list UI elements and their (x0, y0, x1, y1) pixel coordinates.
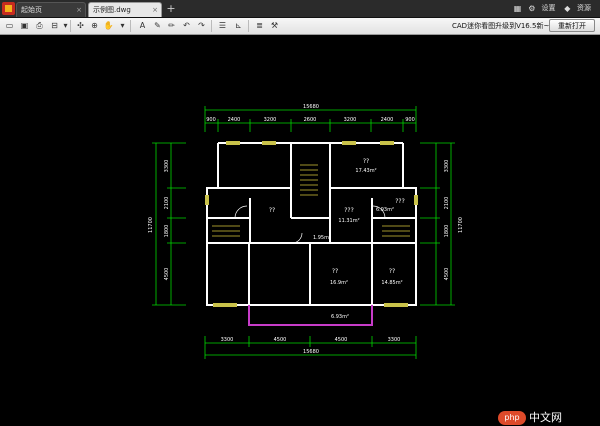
dim-left-3: 1800 (164, 225, 170, 238)
resources-link[interactable]: 资源 (577, 2, 591, 15)
export-icon[interactable]: ⊟ (49, 20, 60, 31)
dim-top-total: 15680 (303, 104, 319, 110)
cad-viewer-window: 起始页 × 示例图.dwg × + ▦ ⚙ 设置 ◆ 资源 ▭ ▣ ⎙ ⊟ ▾ … (0, 0, 600, 425)
room-area: 1.95m² (313, 235, 331, 241)
room-name: ?? (332, 268, 338, 275)
dim-right-4: 4500 (444, 268, 450, 281)
dim-right-2: 2100 (444, 197, 450, 210)
tab-sample-dwg[interactable]: 示例图.dwg × (88, 2, 162, 17)
tab-label: 示例图.dwg (93, 6, 131, 14)
room-name: ?? (363, 158, 369, 165)
toolbar-divider (130, 20, 131, 32)
watermark-text: 中文网 (529, 411, 562, 424)
dim-right-3: 1800 (444, 225, 450, 238)
update-notice[interactable]: CAD迷你看图升级到V16.5新~ (452, 20, 549, 32)
stack-icon[interactable]: ≣ (254, 20, 265, 31)
dim-bottom-2: 4500 (274, 337, 287, 343)
settings-link[interactable]: 设置 (542, 2, 556, 15)
room-area: 14.85m² (381, 280, 402, 286)
dim-left-total: 11700 (148, 217, 154, 233)
drawing-canvas[interactable]: 15680 900 2400 3200 2600 3200 2400 900 3… (0, 35, 600, 425)
dim-left-2: 2100 (164, 197, 170, 210)
reopen-button[interactable]: 重新打开 (549, 19, 595, 32)
tab-bar: 起始页 × 示例图.dwg × + ▦ ⚙ 设置 ◆ 资源 (0, 0, 600, 18)
room-area: 16.9m² (330, 280, 348, 286)
toolbar-divider (211, 20, 212, 32)
toolbar-divider (70, 20, 71, 32)
new-tab-button[interactable]: + (165, 3, 177, 15)
tab-start-page[interactable]: 起始页 × (16, 2, 86, 17)
dim-top-7: 900 (405, 117, 415, 123)
dim-left-1: 3300 (164, 160, 170, 173)
room-area: 6.93m² (331, 314, 349, 320)
app-logo-icon (2, 2, 15, 15)
dim-right-total: 11700 (458, 217, 464, 233)
dim-bottom-3: 4500 (335, 337, 348, 343)
room-area: 17.43m² (355, 168, 376, 174)
dim-bottom-1: 3300 (221, 337, 234, 343)
toolbar: ▭ ▣ ⎙ ⊟ ▾ ✣ ⊕ ✋ ▾ A ✎ ✏ ↶ ↷ ☰ ⊾ ≣ ⚒ CAD迷… (0, 18, 600, 35)
settings-tool-icon[interactable]: ⚒ (269, 20, 280, 31)
undo-icon[interactable]: ↶ (181, 20, 192, 31)
dim-top-4: 2600 (304, 117, 317, 123)
dim-right-1: 3300 (444, 160, 450, 173)
room-name: ?? (269, 207, 275, 214)
grid-icon[interactable]: ▦ (513, 4, 522, 13)
watermark: php 中文网 (498, 410, 594, 426)
room-area: 11.31m² (338, 218, 359, 224)
top-right-menu: ▦ ⚙ 设置 ◆ 资源 (513, 2, 596, 15)
dim-bottom-total: 15680 (303, 349, 319, 355)
dim-top-3: 3200 (264, 117, 277, 123)
open-file-icon[interactable]: ▭ (4, 20, 15, 31)
gear-icon[interactable]: ⚙ (527, 4, 536, 13)
dim-top-2: 2400 (228, 117, 241, 123)
pencil-icon[interactable]: ✏ (166, 20, 177, 31)
close-icon[interactable]: × (152, 3, 158, 18)
redo-icon[interactable]: ↷ (196, 20, 207, 31)
tab-label: 起始页 (21, 6, 42, 14)
save-icon[interactable]: ▣ (19, 20, 30, 31)
zoom-extents-icon[interactable]: ✣ (75, 20, 86, 31)
pan-icon[interactable]: ✋ (103, 20, 114, 31)
dim-top-5: 3200 (344, 117, 357, 123)
dropdown-arrow-icon[interactable]: ▾ (117, 20, 128, 31)
measure-icon[interactable]: ⊾ (233, 20, 244, 31)
print-icon[interactable]: ⎙ (34, 20, 45, 31)
pen-icon[interactable]: ✎ (152, 20, 163, 31)
room-name: ??? (395, 198, 405, 205)
toolbar-divider (248, 20, 249, 32)
text-icon[interactable]: A (137, 20, 148, 31)
room-area: 6.93m² (376, 207, 394, 213)
dim-top-6: 2400 (381, 117, 394, 123)
layers-icon[interactable]: ☰ (217, 20, 228, 31)
dim-top-1: 900 (206, 117, 216, 123)
dim-bottom-4: 3300 (388, 337, 401, 343)
room-name: ?? (389, 268, 395, 275)
zoom-window-icon[interactable]: ⊕ (89, 20, 100, 31)
close-icon[interactable]: × (76, 3, 82, 18)
gem-icon[interactable]: ◆ (563, 4, 572, 13)
floor-plan-drawing: 15680 900 2400 3200 2600 3200 2400 900 3… (148, 104, 464, 359)
php-logo-icon: php (498, 411, 526, 425)
dim-left-4: 4500 (164, 268, 170, 281)
room-name: ??? (344, 207, 354, 214)
